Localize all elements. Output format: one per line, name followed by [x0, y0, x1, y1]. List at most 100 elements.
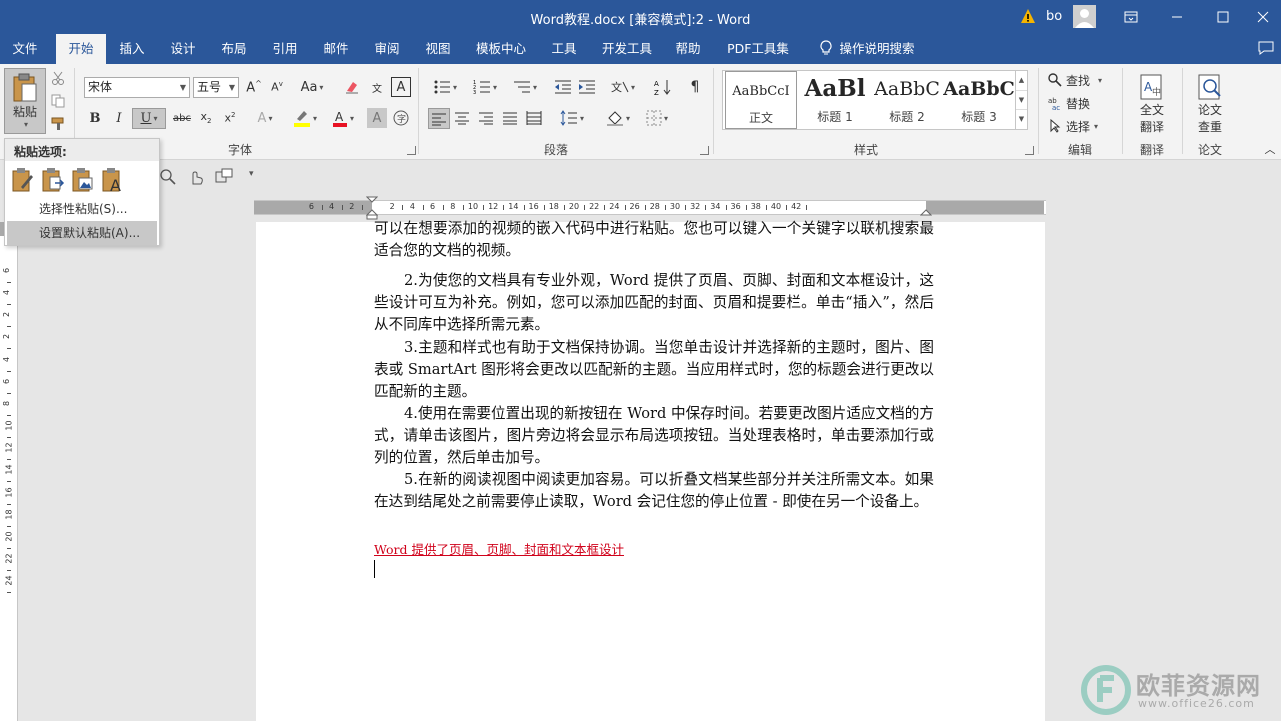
- style-heading-2[interactable]: AaBbC 标题 2: [871, 71, 943, 129]
- paste-special-menu-item[interactable]: 选择性粘贴(S)...: [7, 197, 157, 221]
- close-button[interactable]: [1240, 0, 1281, 34]
- tab-mailings[interactable]: 邮件: [314, 34, 358, 64]
- tab-pdf-tools[interactable]: PDF工具集: [720, 34, 796, 64]
- chinese-layout-button[interactable]: 文 ▾: [606, 77, 640, 97]
- merge-formatting-icon[interactable]: [41, 167, 65, 193]
- grow-font-button[interactable]: A^: [245, 77, 263, 97]
- numbering-button[interactable]: 1 2 3 ▾: [468, 77, 502, 97]
- subscript-button[interactable]: x2: [196, 108, 216, 128]
- style-heading-1[interactable]: AaBl 标题 1: [799, 71, 871, 129]
- clear-formatting-button[interactable]: [342, 77, 362, 97]
- bold-button[interactable]: B: [86, 108, 104, 128]
- print-preview-icon[interactable]: [159, 168, 177, 186]
- font-name-combo[interactable]: 宋体 ▼: [84, 77, 190, 98]
- collapse-ribbon-button[interactable]: ︿: [1262, 142, 1278, 156]
- tell-me-search[interactable]: 操作说明搜索: [812, 34, 922, 64]
- tab-references[interactable]: 引用: [263, 34, 307, 64]
- font-color-button[interactable]: A ▾: [328, 108, 358, 128]
- full-translate-button[interactable]: A中 全文 翻译: [1130, 70, 1174, 138]
- text-effects-icon: A: [257, 110, 267, 126]
- italic-button[interactable]: I: [110, 108, 128, 128]
- tab-developer[interactable]: 开发工具: [595, 34, 659, 64]
- warning-icon[interactable]: [1020, 8, 1036, 24]
- tab-view[interactable]: 视图: [416, 34, 460, 64]
- line-spacing-button[interactable]: ▾: [555, 108, 589, 128]
- paste-as-picture-icon[interactable]: [71, 167, 95, 193]
- style-gallery-scroll[interactable]: ▲ ▼ ▼: [1015, 71, 1027, 129]
- strikethrough-button[interactable]: abc: [172, 108, 192, 128]
- tab-home[interactable]: 开始: [56, 34, 106, 64]
- shading-button[interactable]: ▾: [601, 108, 635, 128]
- borders-button[interactable]: ▾: [640, 108, 674, 128]
- select-button[interactable]: 选择 ▾: [1048, 116, 1112, 136]
- superscript-button[interactable]: x2: [220, 108, 240, 128]
- character-border-button[interactable]: A: [391, 77, 411, 97]
- document-page[interactable]: 可以在想要添加的视频的嵌入代码中进行粘贴。您也可以键入一个关键字以联机搜索最适合…: [256, 220, 1045, 721]
- align-left-button[interactable]: [428, 108, 450, 129]
- gallery-more-icon[interactable]: ▼: [1016, 109, 1027, 128]
- phonetic-guide-button[interactable]: 文: [367, 77, 387, 97]
- tab-template-center[interactable]: 模板中心: [470, 34, 532, 64]
- text-effects-button[interactable]: A ▾: [250, 108, 280, 128]
- font-dialog-launcher[interactable]: [407, 146, 416, 155]
- minimize-button[interactable]: [1154, 0, 1200, 34]
- tab-file[interactable]: 文件: [0, 34, 50, 64]
- find-button[interactable]: 查找 ▾: [1048, 70, 1112, 90]
- font-size-combo[interactable]: 五号 ▼: [193, 77, 239, 98]
- right-indent-marker-icon[interactable]: [920, 205, 932, 217]
- tab-review[interactable]: 审阅: [365, 34, 409, 64]
- styles-dialog-launcher[interactable]: [1025, 146, 1034, 155]
- share-button[interactable]: [1255, 34, 1277, 64]
- multilevel-list-button[interactable]: ▾: [508, 77, 542, 97]
- tab-tools[interactable]: 工具: [542, 34, 586, 64]
- tab-insert[interactable]: 插入: [110, 34, 154, 64]
- horizontal-ruler[interactable]: 6 4 2 2 4 6 8 10 12 14 16 18 20 22 24 26 28 30 32 34 36 38 40 4…: [254, 196, 1046, 220]
- ribbon-display-button[interactable]: [1108, 0, 1154, 34]
- screenshot-icon[interactable]: [215, 168, 233, 186]
- justify-button[interactable]: [500, 108, 520, 128]
- paste-button[interactable]: 粘贴 ▾: [4, 68, 46, 134]
- distributed-button[interactable]: [524, 108, 544, 128]
- copy-button[interactable]: [50, 93, 66, 109]
- character-shading-button[interactable]: A: [367, 108, 387, 128]
- avatar[interactable]: [1073, 5, 1096, 28]
- tab-design[interactable]: 设计: [161, 34, 205, 64]
- touch-mode-icon[interactable]: [187, 168, 205, 186]
- indent-marker-icon[interactable]: [366, 196, 378, 220]
- customize-qat-icon[interactable]: ▾: [249, 169, 254, 179]
- paragraph-dialog-launcher[interactable]: [700, 146, 709, 155]
- format-painter-button[interactable]: [50, 116, 66, 132]
- ruler-tick-mark: [584, 205, 586, 210]
- style-heading-3[interactable]: AaBbC 标题 3: [943, 71, 1015, 129]
- scroll-up-icon[interactable]: ▲: [1016, 71, 1027, 90]
- cut-button[interactable]: [50, 70, 66, 86]
- shrink-font-button[interactable]: Av: [268, 77, 286, 97]
- underline-button[interactable]: U ▾: [132, 108, 166, 129]
- sort-icon: AZ: [654, 80, 671, 96]
- user-name[interactable]: bo: [1046, 9, 1062, 24]
- align-right-button[interactable]: [476, 108, 496, 128]
- change-case-button[interactable]: Aa ▾: [297, 77, 327, 97]
- ruler-tick-label: 16: [528, 202, 539, 211]
- decrease-indent-button[interactable]: [553, 77, 573, 97]
- scroll-down-icon[interactable]: ▼: [1016, 90, 1027, 109]
- bullets-button[interactable]: ▾: [428, 77, 462, 97]
- sort-button[interactable]: AZ: [653, 77, 673, 97]
- show-hide-marks-button[interactable]: ¶: [685, 77, 705, 97]
- set-default-paste-menu-item[interactable]: 设置默认粘贴(A)...: [7, 221, 157, 245]
- tell-me-label: 操作说明搜索: [839, 41, 915, 56]
- keep-text-only-icon[interactable]: A: [101, 167, 125, 193]
- keep-source-formatting-icon[interactable]: [11, 167, 35, 193]
- style-normal[interactable]: AaBbCcI 正文: [725, 71, 797, 129]
- thesis-check-button[interactable]: 论文 查重: [1188, 70, 1232, 138]
- replace-button[interactable]: ab ac 替换: [1048, 93, 1112, 113]
- ruler-tick-label: 2: [2, 312, 12, 318]
- align-center-button[interactable]: [452, 108, 472, 128]
- highlight-color-button[interactable]: ▾: [288, 108, 322, 128]
- ruler-tick-label: 2: [349, 202, 355, 211]
- enclose-characters-button[interactable]: 字: [391, 108, 411, 128]
- vertical-ruler[interactable]: 6 4 2 2 4 6 8 10 12 14 16 18 20 22 24: [0, 222, 18, 721]
- increase-indent-button[interactable]: [577, 77, 597, 97]
- tab-help[interactable]: 帮助: [666, 34, 710, 64]
- tab-layout[interactable]: 布局: [212, 34, 256, 64]
